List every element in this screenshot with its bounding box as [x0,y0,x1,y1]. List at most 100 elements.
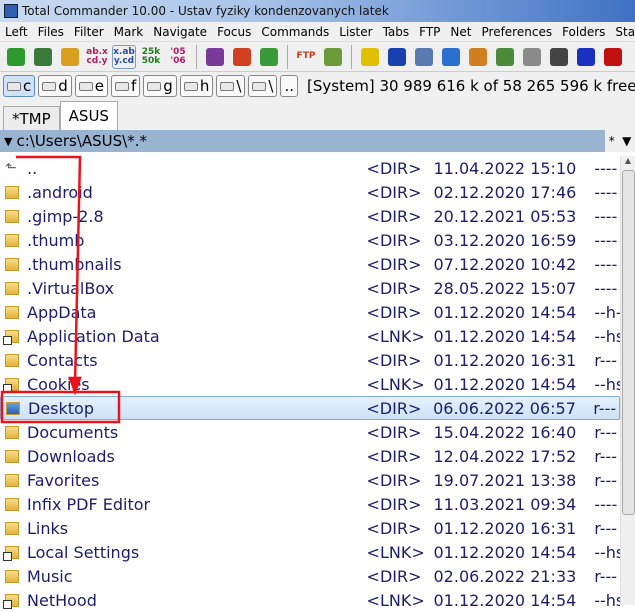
file-row[interactable]: Links <DIR> 01.12.2020 16:31 r--- [0,516,620,540]
toolbar-button-network[interactable] [412,45,436,69]
file-row[interactable]: Infix PDF Editor <DIR> 11.03.2021 09:34 ---… [0,492,620,516]
menu-files[interactable]: Files [33,25,69,39]
toolbar-button-rename[interactable]: ab.x cd.y [85,45,109,69]
menu-preferences[interactable]: Preferences [477,25,558,39]
file-row[interactable]: .gimp-2.8 <DIR> 20.12.2021 05:53 ---- [0,204,620,228]
toolbar-button-archive[interactable] [203,45,227,69]
path-dropdown-icon[interactable]: ▼ [4,135,12,148]
menu-focus[interactable]: Focus [212,25,256,39]
file-name: Favorites [27,470,100,490]
menu-tabs[interactable]: Tabs [378,25,415,39]
toolbar-button-save[interactable] [385,45,409,69]
menu-mark[interactable]: Mark [109,25,149,39]
toolbar-button-unpack[interactable] [257,45,281,69]
tab-asus[interactable]: ASUS [59,101,118,130]
file-date: 01.12.2020 14:54 [433,542,577,562]
file-row[interactable]: .android <DIR> 02.12.2020 17:46 ---- [0,180,620,204]
menu-ftp[interactable]: FTP [414,25,445,39]
filter-dropdown-icon[interactable]: ▼ [622,134,631,148]
file-attributes: ---- [594,158,618,178]
current-path: c:\Users\ASUS\*.* [16,132,147,150]
file-attributes: ---- [594,254,618,274]
toolbar-button-warning[interactable] [358,45,382,69]
file-type: <DIR> [366,350,422,370]
toolbar-button-date[interactable]: '05 '06 [166,45,190,69]
file-date: 11.04.2022 15:10 [433,158,577,178]
toolbar-button-usb-stick[interactable] [547,45,571,69]
menu-commands[interactable]: Commands [256,25,334,39]
drive-button-3[interactable]: f [111,75,141,97]
drive-button-6[interactable]: \ [216,75,246,97]
file-type: <DIR> [366,398,422,418]
drive-button-5[interactable]: h [179,75,214,97]
file-row[interactable]: Documents <DIR> 15.04.2022 16:40 r--- [0,420,620,444]
drive-button-4[interactable]: g [143,75,177,97]
toolbar-button-record[interactable] [601,45,625,69]
scrollbar-thumb[interactable] [622,170,635,515]
file-row[interactable]: Application Data <LNK> 01.12.2020 14:54 --h… [0,324,620,348]
file-row[interactable]: AppData <DIR> 01.12.2020 14:54 --h- [0,300,620,324]
file-row[interactable]: Local Settings <LNK> 01.12.2020 14:54 --hs [0,540,620,564]
toolbar-button-ftp[interactable]: FTP [294,45,318,69]
window-title: Total Commander 10.00 - Ustav fyziky kon… [22,4,389,18]
drive-button-2[interactable]: e [74,75,109,97]
menu-net[interactable]: Net [445,25,476,39]
scroll-up-icon[interactable]: ▲ [621,156,635,165]
toolbar-button-card[interactable] [439,45,463,69]
file-date: 02.12.2020 17:46 [433,182,577,202]
menu-lister[interactable]: Lister [334,25,377,39]
toolbar-button-refresh[interactable] [4,45,28,69]
toolbar-button-tree[interactable] [58,45,82,69]
vertical-scrollbar[interactable]: ▲ [620,156,635,605]
menu-navigate[interactable]: Navigate [148,25,212,39]
file-row[interactable]: Favorites <DIR> 19.07.2021 13:38 r--- [0,468,620,492]
file-row[interactable]: .thumb <DIR> 03.12.2020 16:59 ---- [0,228,620,252]
toolbar-button-thumbnails[interactable] [31,45,55,69]
drive-button-7[interactable]: \ [248,75,278,97]
file-type: <DIR> [366,206,422,226]
file-date: 28.05.2022 15:07 [433,278,577,298]
unpack-icon [260,47,278,66]
drive-button-1[interactable]: d [38,75,72,97]
menu-left[interactable]: Left [0,25,33,39]
toolbar-button-sort-extension[interactable]: x.ab y.cd [112,44,136,69]
toolbar-button-usb[interactable] [520,45,544,69]
toolbar-button-monitor[interactable] [574,45,598,69]
file-row[interactable]: Music <DIR> 02.06.2022 21:33 r--- [0,564,620,588]
menu-filter[interactable]: Filter [69,25,109,39]
file-attributes: --hs [594,374,620,394]
folder-icon [5,209,19,223]
toolbar-button-windows[interactable] [466,45,490,69]
tree-icon [61,47,79,66]
file-type: <DIR> [366,302,422,322]
toolbar-button-pack[interactable] [230,45,254,69]
drive-icon [7,81,21,91]
file-row[interactable]: NetHood <LNK> 01.12.2020 14:54 --hs [0,588,620,612]
file-name: Desktop [28,398,94,418]
folder-icon [5,353,19,367]
menu-folders[interactable]: Folders [557,25,610,39]
filter-label[interactable]: * [609,134,615,148]
file-row[interactable]: .thumbnails <DIR> 07.12.2020 10:42 ---- [0,252,620,276]
ftp-icon: FTP [296,51,316,61]
file-row[interactable]: Contacts <DIR> 01.12.2020 16:31 r--- [0,348,620,372]
file-row[interactable]: Desktop <DIR> 06.06.2022 06:57 r--- [0,396,620,420]
file-date: 11.03.2021 09:34 [433,494,577,514]
usb-stick-icon [550,47,568,66]
clipboard-icon [324,47,342,66]
drive-button-8[interactable]: .. [280,75,299,97]
toolbar-button-clipboard[interactable] [321,45,345,69]
file-attributes: --hs [594,590,620,610]
file-row[interactable]: ⬑.. <DIR> 11.04.2022 15:10 ---- [0,156,620,180]
drive-button-0[interactable]: c [3,75,36,97]
file-row[interactable]: Cookies <LNK> 01.12.2020 14:54 --hs [0,372,620,396]
toolbar-button-size[interactable]: 25k 50k [139,45,163,69]
path-bar[interactable]: ▼ c:\Users\ASUS\*.* * ▼ [0,130,635,152]
toolbar-button-editor[interactable] [493,45,517,69]
file-name: Downloads [27,446,115,466]
pack-icon [233,47,251,66]
file-row[interactable]: .VirtualBox <DIR> 28.05.2022 15:07 ---- [0,276,620,300]
file-row[interactable]: Downloads <DIR> 12.04.2022 17:52 r--- [0,444,620,468]
menu-start[interactable]: Start [610,25,635,39]
tab-tmp[interactable]: *TMP [3,106,60,130]
